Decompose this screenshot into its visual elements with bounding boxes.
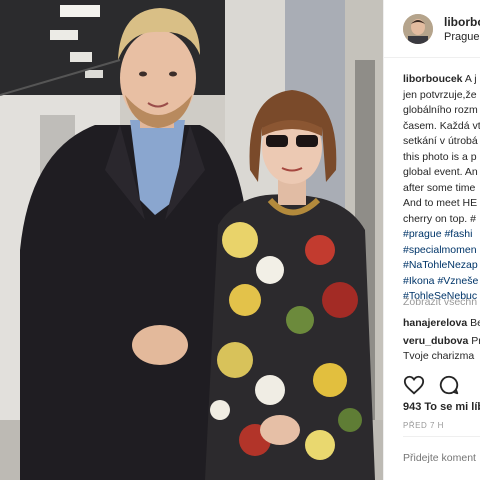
heart-icon[interactable] [403,374,425,396]
caption-line: časem. Každá vt [403,119,480,132]
comment-text: Be [470,317,480,329]
caption-author[interactable]: liborboucek [403,73,463,85]
hashtag-link[interactable]: #NaTohleNezap [403,258,480,274]
post-timestamp: PŘED 7 H [403,421,444,430]
likes-count[interactable]: 943 To se mi líb [403,401,480,413]
caption-text: A j [462,73,477,85]
comment: hanajerelova Be [403,316,480,331]
caption-line: after some time [403,181,476,194]
comment-icon[interactable] [438,374,460,396]
caption-line: setkání v útrobá [403,135,478,147]
post-side-panel: liborbo Prague, liborboucek A j jen potv… [383,0,480,480]
avatar[interactable] [403,14,433,44]
caption-line: And to meet HE [403,197,478,209]
comment: veru_dubova Pr [403,334,480,349]
caption-line: this photo is a p [403,150,477,163]
divider [403,436,480,437]
caption-line: jen potvrzuje,že [403,88,477,101]
add-comment-input[interactable] [403,452,480,464]
caption-line: global event. An [403,166,478,178]
comment-continuation: Tvoje charizma [403,350,475,362]
photo-image [0,0,383,480]
caption-line: cherry on top. # [403,212,476,225]
comment-author[interactable]: hanajerelova [403,317,467,329]
caption-line: liborboucek A j [403,72,480,88]
hashtag-link[interactable]: #Ikona #Vzneše [403,274,480,290]
post-username[interactable]: liborbo [444,15,480,29]
post-photo[interactable] [0,0,383,480]
post-caption: liborboucek A j jen potvrzuje,že globáln… [403,72,480,305]
hashtag-link[interactable]: #prague #fashi [403,227,480,243]
view-all-comments-link[interactable]: Zobrazit všechn [403,296,477,308]
caption-line: globálního rozm [403,104,478,116]
hashtag-link[interactable]: #specialmomen [403,243,480,259]
post-location[interactable]: Prague, [444,31,480,43]
post-header: liborbo Prague, [384,0,480,58]
post-actions [403,374,470,396]
comment-author[interactable]: veru_dubova [403,335,468,347]
avatar-image [403,14,433,44]
comment-text: Pr [471,335,480,347]
